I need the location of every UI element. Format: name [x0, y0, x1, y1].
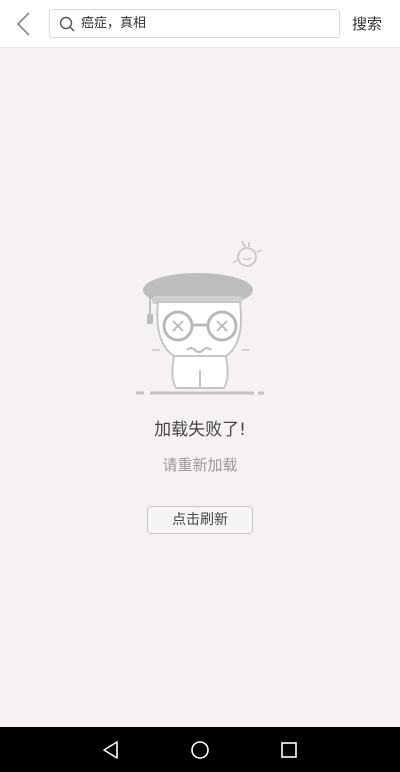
graduate-mascot-illustration [136, 240, 264, 395]
triangle-back-icon [103, 741, 118, 759]
search-query-text: 癌症，真相 [81, 16, 147, 31]
square-recents-icon [281, 742, 297, 758]
search-input[interactable]: 癌症，真相 [49, 9, 340, 38]
circle-home-icon [191, 741, 209, 759]
error-subtitle: 请重新加载 [162, 456, 238, 474]
nav-home-button[interactable] [188, 738, 212, 762]
chevron-left-icon [16, 12, 30, 36]
main-content: 加载失败了! 请重新加载 点击刷新 [0, 48, 400, 727]
nav-recents-button[interactable] [277, 738, 301, 762]
top-bar: 癌症，真相 搜索 [0, 0, 400, 48]
bubble-face-icon [232, 240, 263, 267]
refresh-button[interactable]: 点击刷新 [147, 506, 253, 534]
system-nav-bar [0, 727, 400, 772]
search-button[interactable]: 搜索 [352, 14, 382, 34]
search-icon [59, 16, 75, 32]
back-button[interactable] [10, 8, 40, 40]
error-title: 加载失败了! [154, 420, 246, 440]
nav-back-button[interactable] [99, 738, 123, 762]
